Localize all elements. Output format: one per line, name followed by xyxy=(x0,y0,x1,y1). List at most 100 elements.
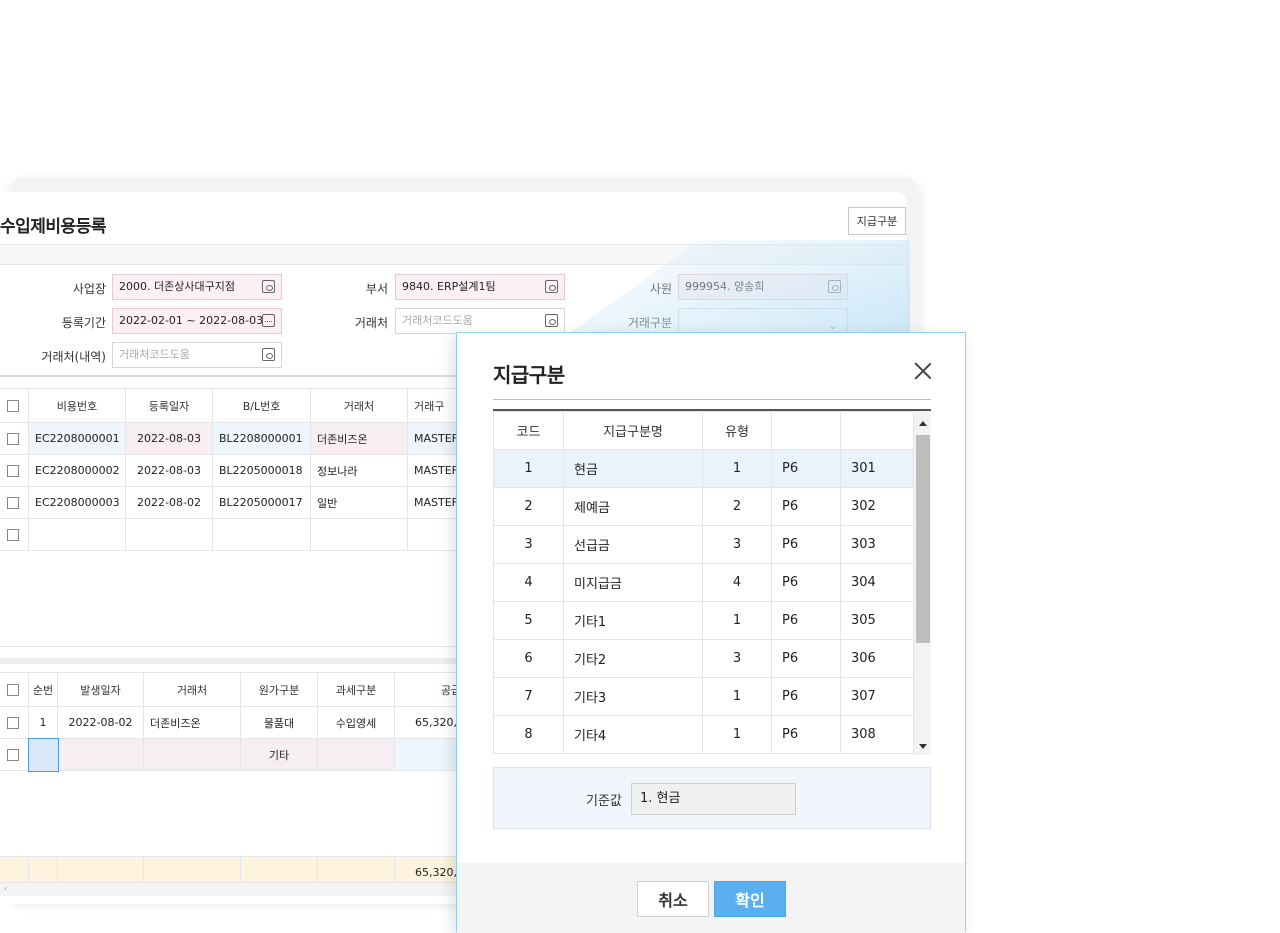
table-row[interactable]: 2 제예금 2 P6 302 xyxy=(493,487,914,526)
business-field[interactable]: 2000. 더존상사대구지점 xyxy=(112,274,282,300)
grid-cell[interactable]: 1 xyxy=(493,449,564,488)
grid-cell[interactable]: 303 xyxy=(840,525,914,564)
grid-cell[interactable]: 현금 xyxy=(563,449,703,488)
grid-cell[interactable]: 305 xyxy=(840,601,914,640)
grid-cell[interactable] xyxy=(57,738,144,771)
grid-cell[interactable]: 5 xyxy=(493,601,564,640)
scroll-left-icon[interactable]: ‹ xyxy=(4,884,7,893)
employee-field[interactable]: 999954. 양송희 xyxy=(678,274,848,300)
grid-cell[interactable]: 4 xyxy=(493,563,564,602)
grid-cell[interactable]: 8 xyxy=(493,715,564,754)
grid-cell[interactable] xyxy=(317,738,395,771)
grid-cell[interactable]: 정보나라 xyxy=(310,454,408,487)
table-row[interactable]: 4 미지급금 4 P6 304 xyxy=(493,563,914,602)
row-checkbox[interactable] xyxy=(6,529,19,541)
period-field[interactable]: 2022-02-01 ~ 2022-08-03 xyxy=(112,308,282,334)
table-row[interactable]: 6 기타2 3 P6 306 xyxy=(493,639,914,678)
grid-cell[interactable]: 1 xyxy=(702,715,772,754)
grid-cell[interactable]: 2022-08-02 xyxy=(57,706,144,739)
grid-cell[interactable]: 기타3 xyxy=(563,677,703,716)
grid-cell[interactable]: 3 xyxy=(493,525,564,564)
row-checkbox[interactable] xyxy=(6,433,19,445)
grid-cell[interactable]: EC2208000001 xyxy=(28,422,126,455)
trade-type-select[interactable]: ⌄ xyxy=(678,308,848,334)
grid-cell[interactable]: 1 xyxy=(702,601,772,640)
grid-cell[interactable]: P6 xyxy=(771,677,841,716)
grid-cell[interactable] xyxy=(125,518,213,551)
grid-cell[interactable]: 6 xyxy=(493,639,564,678)
grid-cell[interactable]: 2022-08-03 xyxy=(125,422,213,455)
grid-cell[interactable]: 301 xyxy=(840,449,914,488)
grid-cell[interactable]: 기타1 xyxy=(563,601,703,640)
row-checkbox[interactable] xyxy=(6,497,19,509)
grid-cell[interactable]: 기타4 xyxy=(563,715,703,754)
grid-cell[interactable]: P6 xyxy=(771,487,841,526)
grid-cell[interactable]: P6 xyxy=(771,449,841,488)
client-field[interactable]: 거래처코드도움 xyxy=(395,308,565,334)
row-checkbox[interactable] xyxy=(6,465,19,477)
grid-cell[interactable]: 7 xyxy=(493,677,564,716)
table-row-selected[interactable]: 1 현금 1 P6 301 xyxy=(493,449,914,488)
close-icon[interactable] xyxy=(909,357,937,385)
grid-cell[interactable]: 제예금 xyxy=(563,487,703,526)
select-all-checkbox[interactable] xyxy=(6,684,19,696)
grid-cell[interactable]: P6 xyxy=(771,525,841,564)
grid-cell[interactable]: 3 xyxy=(702,639,772,678)
grid-cell[interactable]: 기타 xyxy=(240,738,318,771)
grid-cell[interactable]: 2022-08-02 xyxy=(125,486,213,519)
grid-cell[interactable]: P6 xyxy=(771,601,841,640)
grid-cell[interactable]: 1 xyxy=(702,449,772,488)
calendar-icon[interactable] xyxy=(262,314,275,327)
grid-cell[interactable]: 307 xyxy=(840,677,914,716)
grid-cell[interactable]: P6 xyxy=(771,639,841,678)
grid-cell[interactable]: EC2208000002 xyxy=(28,454,126,487)
grid-cell[interactable]: 306 xyxy=(840,639,914,678)
grid-cell[interactable] xyxy=(310,518,408,551)
scroll-down-icon[interactable] xyxy=(919,744,927,749)
grid-cell[interactable]: 수입영세 xyxy=(317,706,395,739)
grid-cell[interactable]: 2 xyxy=(493,487,564,526)
row-checkbox[interactable] xyxy=(6,749,19,761)
table-row[interactable]: 8 기타4 1 P6 308 xyxy=(493,715,914,754)
grid-cell[interactable] xyxy=(212,518,311,551)
grid-cell[interactable]: 선급금 xyxy=(563,525,703,564)
grid-cell[interactable]: 2022-08-03 xyxy=(125,454,213,487)
grid-cell[interactable]: BL2205000017 xyxy=(212,486,311,519)
lookup-icon[interactable] xyxy=(828,280,841,293)
grid-cell[interactable]: 일반 xyxy=(310,486,408,519)
scrollbar-thumb[interactable] xyxy=(916,435,930,643)
grid-cell[interactable]: 2 xyxy=(702,487,772,526)
lookup-icon[interactable] xyxy=(545,280,558,293)
grid-cell[interactable]: 302 xyxy=(840,487,914,526)
lookup-icon[interactable] xyxy=(262,348,275,361)
grid-cell[interactable]: 304 xyxy=(840,563,914,602)
grid-cell[interactable]: 3 xyxy=(702,525,772,564)
row-checkbox[interactable] xyxy=(6,717,19,729)
grid-cell[interactable] xyxy=(28,518,126,551)
table-row[interactable]: 7 기타3 1 P6 307 xyxy=(493,677,914,716)
grid-cell-focused[interactable] xyxy=(27,737,59,772)
grid-cell[interactable]: P6 xyxy=(771,563,841,602)
grid-cell[interactable]: 1 xyxy=(28,706,58,739)
select-all-checkbox[interactable] xyxy=(6,400,19,412)
dept-field[interactable]: 9840. ERP설계1팀 xyxy=(395,274,565,300)
client-detail-field[interactable]: 거래처코드도움 xyxy=(112,342,282,368)
grid-cell[interactable]: BL2208000001 xyxy=(212,422,311,455)
grid-cell[interactable]: P6 xyxy=(771,715,841,754)
grid-cell[interactable] xyxy=(143,738,241,771)
grid-cell[interactable]: BL2205000018 xyxy=(212,454,311,487)
grid-cell[interactable]: 더존비즈온 xyxy=(143,706,241,739)
confirm-button[interactable]: 확인 xyxy=(714,881,786,917)
scroll-up-icon[interactable] xyxy=(919,421,927,426)
grid-cell[interactable]: 미지급금 xyxy=(563,563,703,602)
grid-cell[interactable]: 물품대 xyxy=(240,706,318,739)
grid-cell[interactable]: 308 xyxy=(840,715,914,754)
grid-cell[interactable]: EC2208000003 xyxy=(28,486,126,519)
grid-cell[interactable]: 더존비즈온 xyxy=(310,422,408,455)
grid-cell[interactable]: 1 xyxy=(702,677,772,716)
grid-cell[interactable]: 기타2 xyxy=(563,639,703,678)
lookup-icon[interactable] xyxy=(262,280,275,293)
table-row[interactable]: 3 선급금 3 P6 303 xyxy=(493,525,914,564)
payment-type-button[interactable]: 지급구분 xyxy=(848,207,906,235)
table-row[interactable]: 5 기타1 1 P6 305 xyxy=(493,601,914,640)
